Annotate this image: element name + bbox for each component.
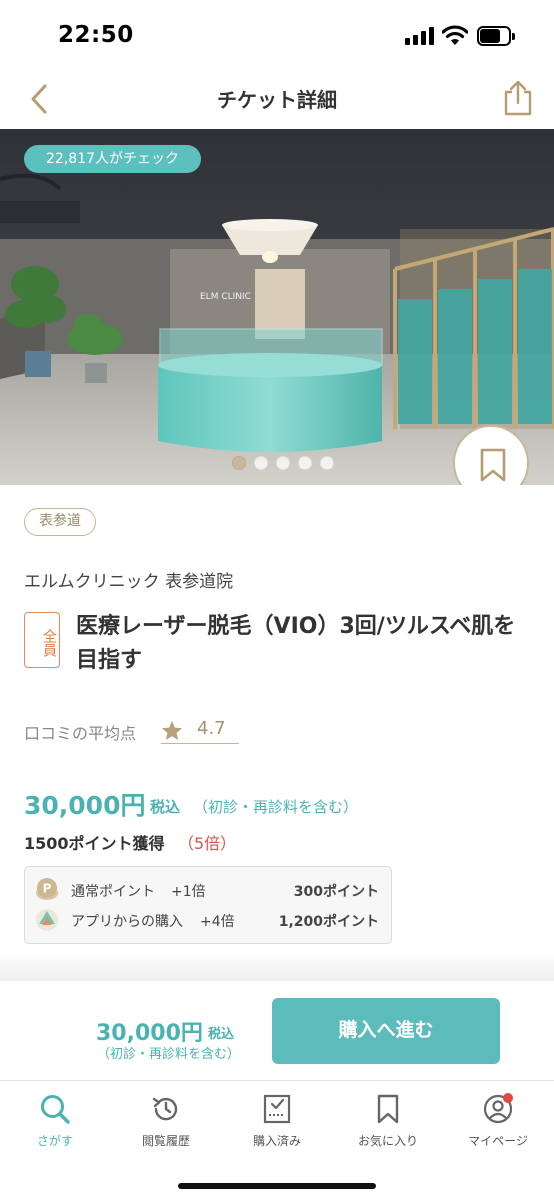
history-icon (152, 1097, 178, 1121)
tab-bar: さがす 閲覧履歴 購入済み お気に入り マイページ (0, 1080, 554, 1200)
purchase-bar-note: （初診・再診料を含む） (97, 1047, 241, 1062)
purchased-icon (263, 1094, 291, 1124)
app-purchase-icon (36, 909, 58, 931)
clinic-name[interactable]: エルムクリニック 表参道院 (24, 567, 233, 592)
points-row-label: アプリからの購入 (71, 914, 183, 930)
purchase-button[interactable]: 購入へ進む (272, 998, 500, 1064)
purchase-bar-tax: 税込 (208, 1027, 235, 1042)
points-earn: 1500ポイント獲得 (24, 834, 165, 853)
carousel-pagination[interactable] (232, 456, 334, 470)
points-multiplier: （5倍） (178, 834, 237, 853)
nav-header: チケット詳細 (0, 70, 554, 128)
carousel-dot[interactable] (276, 456, 290, 470)
price-note: （初診・再診料を含む） (193, 798, 359, 816)
carousel-dot[interactable] (320, 456, 334, 470)
notification-dot (503, 1093, 513, 1103)
status-time: 22:50 (58, 22, 134, 48)
points-row-normal: P 通常ポイント +1倍 300ポイント (25, 875, 391, 905)
share-icon[interactable] (500, 78, 536, 118)
bookmark-icon (480, 448, 506, 482)
search-icon (41, 1095, 70, 1124)
bookmark-icon (377, 1094, 399, 1124)
tab-label: 購入済み (252, 1134, 301, 1148)
tab-label: 閲覧履歴 (141, 1134, 190, 1148)
points-breakdown: P 通常ポイント +1倍 300ポイント アプリからの購入 +4倍 1,200ポ… (24, 866, 392, 944)
page-title: チケット詳細 (217, 88, 337, 112)
area-tag[interactable]: 表参道 (24, 508, 96, 536)
target-badge: 全員 (24, 612, 60, 668)
point-coin-icon: P (36, 878, 58, 900)
tab-label: マイページ (468, 1134, 528, 1148)
carousel-dot[interactable] (254, 456, 268, 470)
status-bar: 22:50 (0, 0, 554, 70)
ticket-title: 医療レーザー脱毛（VIO）3回/ツルスベ肌を目指す (76, 614, 516, 673)
svg-text:ELM CLINIC: ELM CLINIC (200, 292, 251, 302)
cellular-signal-icon (405, 27, 435, 45)
mypage-icon (483, 1093, 513, 1124)
review-label: 口コミの平均点 (24, 724, 137, 743)
star-icon (162, 721, 182, 740)
points-row-mult: +4倍 (200, 914, 235, 930)
review-score-link[interactable]: 4.7 (161, 718, 239, 744)
price-amount: 30,000円 (24, 791, 146, 820)
tab-purchased[interactable]: 購入済み (222, 1093, 332, 1157)
tab-label: さがす (36, 1134, 73, 1148)
points-row-amount: 1,200ポイント (278, 914, 379, 930)
review-score-value: 4.7 (197, 718, 226, 739)
hero-carousel[interactable]: ELM CLINIC 22,817人がチェック (0, 129, 554, 485)
home-indicator (178, 1183, 376, 1189)
carousel-dot[interactable] (298, 456, 312, 470)
points-row-amount: 300ポイント (293, 884, 379, 900)
wifi-icon (442, 25, 468, 45)
tab-search[interactable]: さがす (0, 1093, 110, 1157)
purchase-bar: 30,000円 税込 （初診・再診料を含む） 購入へ進む (0, 980, 554, 1080)
svg-text:P: P (43, 882, 52, 896)
tab-history[interactable]: 閲覧履歴 (111, 1093, 221, 1157)
battery-icon (477, 26, 515, 46)
tab-mypage[interactable]: マイページ (443, 1093, 553, 1157)
tab-favorites[interactable]: お気に入り (333, 1093, 443, 1157)
points-row-app: アプリからの購入 +4倍 1,200ポイント (25, 905, 391, 935)
carousel-dot[interactable] (232, 456, 246, 470)
tab-label: お気に入り (357, 1134, 418, 1148)
scroll-fade (0, 952, 554, 980)
check-count-badge: 22,817人がチェック (24, 145, 201, 173)
points-row-label: 通常ポイント (71, 884, 155, 900)
price-tax-label: 税込 (150, 798, 181, 816)
points-row-mult: +1倍 (171, 884, 206, 900)
